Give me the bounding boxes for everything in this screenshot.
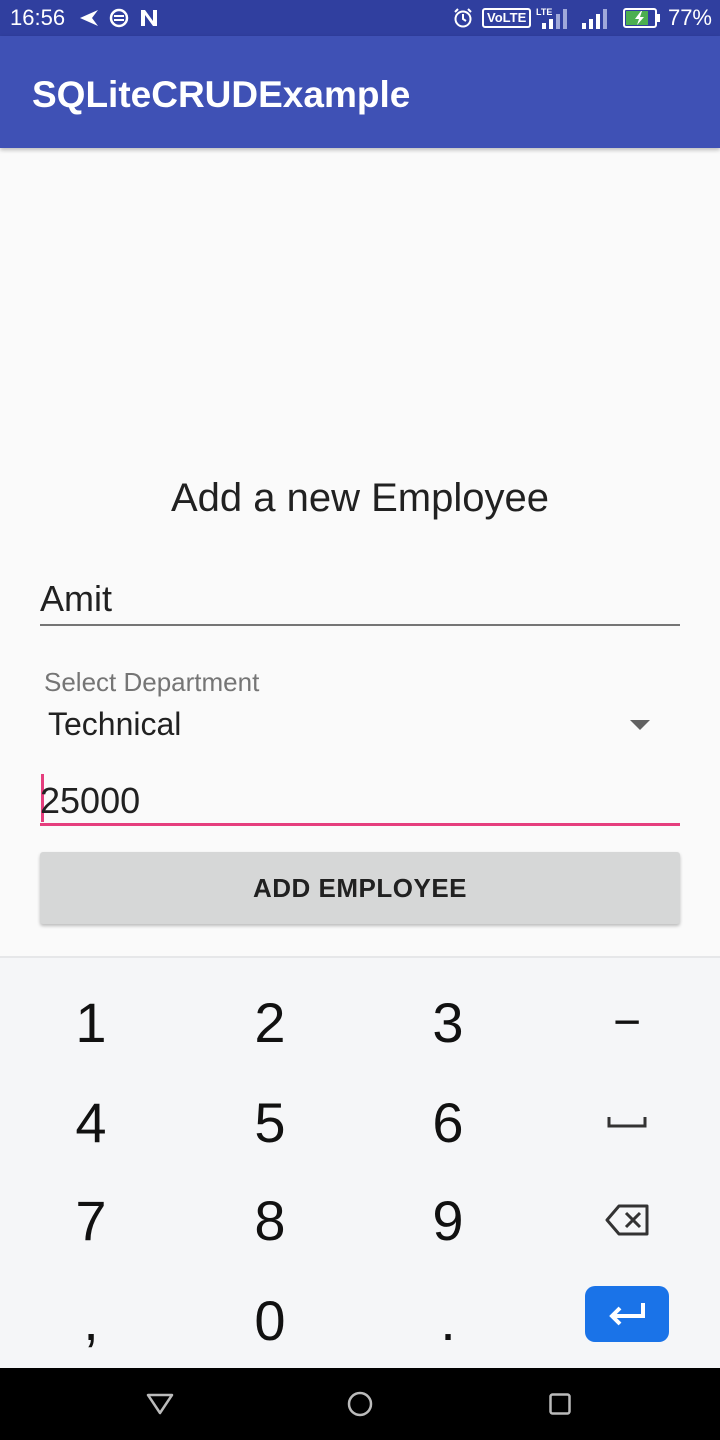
key-4[interactable]: 4 — [16, 1074, 166, 1170]
enter-key[interactable] — [585, 1286, 669, 1342]
data-saver-icon — [108, 6, 130, 30]
key-8[interactable]: 8 — [195, 1172, 345, 1268]
home-button[interactable] — [340, 1384, 380, 1424]
lte-label: LTE — [536, 7, 552, 17]
dropdown-arrow-icon — [630, 720, 650, 730]
n-notification-icon — [138, 6, 160, 30]
recents-button[interactable] — [540, 1384, 580, 1424]
salary-value: 25000 — [40, 780, 141, 821]
battery-percent: 77% — [667, 5, 712, 30]
key-9[interactable]: 9 — [373, 1172, 523, 1268]
department-label: Select Department — [44, 667, 260, 697]
key-3[interactable]: 3 — [373, 974, 523, 1070]
backspace-key[interactable] — [552, 1172, 702, 1268]
signal-lte-icon: LTE — [536, 6, 572, 30]
status-bar: 16:56 VoLTE LTE 77% — [0, 0, 720, 36]
home-circle-icon — [347, 1391, 373, 1417]
back-button[interactable] — [140, 1384, 180, 1424]
employee-name-value: Amit — [40, 578, 112, 619]
add-employee-button[interactable]: ADD EMPLOYEE — [40, 852, 680, 924]
send-icon — [78, 6, 100, 30]
salary-input[interactable]: 25000 — [40, 768, 680, 826]
key-6[interactable]: 6 — [373, 1074, 523, 1170]
volte-badge: VoLTE — [482, 8, 532, 28]
department-spinner[interactable]: Technical — [40, 700, 680, 752]
key-minus[interactable]: − — [552, 974, 702, 1070]
navigation-bar — [0, 1368, 720, 1440]
key-0[interactable]: 0 — [195, 1272, 345, 1368]
key-7[interactable]: 7 — [16, 1172, 166, 1268]
enter-icon — [609, 1303, 645, 1326]
key-5[interactable]: 5 — [195, 1074, 345, 1170]
alarm-icon — [452, 6, 474, 30]
status-time: 16:56 — [10, 5, 66, 30]
department-selected-value: Technical — [48, 706, 182, 742]
space-key[interactable] — [552, 1074, 702, 1170]
space-icon — [607, 1117, 647, 1128]
employee-name-input[interactable]: Amit — [40, 572, 680, 626]
key-period[interactable]: . — [373, 1272, 523, 1368]
battery-charging-icon — [622, 6, 662, 30]
form-heading: Add a new Employee — [170, 476, 549, 520]
app-bar: SQLiteCRUDExample — [0, 36, 720, 148]
numeric-keyboard: 1 2 3 − 4 5 6 7 8 9 , 0 . — [0, 956, 720, 1368]
recents-square-icon — [549, 1393, 571, 1415]
key-1[interactable]: 1 — [16, 974, 166, 1070]
key-comma[interactable]: , — [16, 1272, 166, 1368]
back-triangle-icon — [146, 1393, 174, 1415]
key-2[interactable]: 2 — [195, 974, 345, 1070]
backspace-icon — [605, 1204, 649, 1236]
signal-icon — [580, 6, 610, 30]
app-title: SQLiteCRUDExample — [32, 74, 411, 115]
